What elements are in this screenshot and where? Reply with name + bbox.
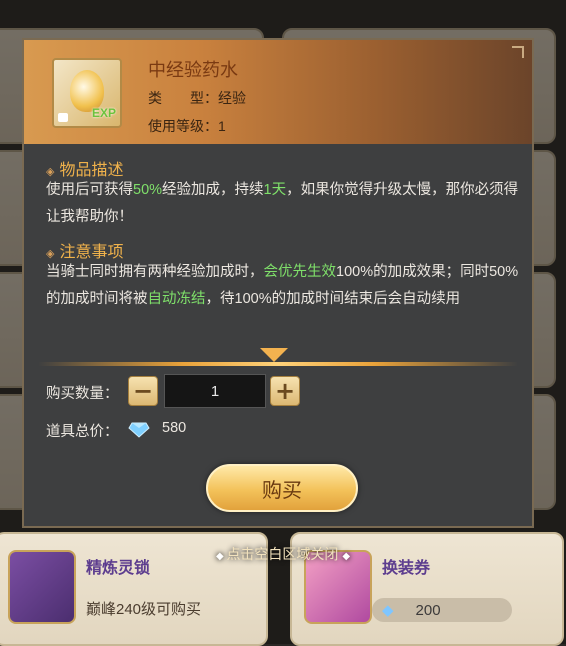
desc-highlight: 50% <box>133 182 163 198</box>
divider <box>38 362 518 366</box>
qty-decrease-button[interactable]: − <box>128 376 158 406</box>
notes-text: 当骑士同时拥有两种经验加成时，会优先生效100%的加成效果；同时50%的加成时间… <box>46 259 524 313</box>
exp-badge: EXP <box>91 106 116 120</box>
notes-highlight: 会优先生效 <box>263 264 337 280</box>
item-level-label: 使用等级： <box>148 118 218 134</box>
notes-text-part: ，待100%的加成时间结束后会自动续用 <box>205 291 461 307</box>
item-name: 中经验药水 <box>148 60 238 80</box>
item-type-label: 类 型： <box>148 90 218 106</box>
desc-text-part: 使用后可获得 <box>46 182 133 198</box>
lock-icon <box>58 113 68 122</box>
item-icon: EXP <box>52 58 122 128</box>
total-label: 道具总价： <box>46 424 119 440</box>
buy-button[interactable]: 购买 <box>206 464 358 512</box>
hint-diamond-icon: ◆ <box>215 551 227 562</box>
diamond-icon <box>128 422 150 438</box>
shop-item-requirement: 巅峰240级可购买 <box>86 601 202 618</box>
desc-highlight: 1天 <box>263 182 287 198</box>
hint-diamond-icon: ◆ <box>342 551 351 562</box>
close-hint[interactable]: ◆ 点击空白区域关闭 ◆ <box>0 544 566 564</box>
item-detail-popup: EXP 中经验药水 类 型：经验 使用等级：1 物品描述 使用后可获得50%经验… <box>22 38 534 528</box>
item-level-value: 1 <box>218 118 226 134</box>
minus-icon: − <box>132 377 154 405</box>
notes-highlight: 自动冻结 <box>147 291 206 307</box>
total-price: 580 <box>162 420 187 436</box>
item-level: 使用等级：1 <box>148 116 226 136</box>
shop-item-price: ◆ 200 <box>372 598 512 622</box>
close-hint-text: 点击空白区域关闭 <box>226 546 339 562</box>
notes-text-part: 当骑士同时拥有两种经验加成时， <box>46 264 264 280</box>
desc-text-part: 经验加成，持续 <box>162 182 264 198</box>
plus-icon: + <box>274 377 296 405</box>
qty-label: 购买数量： <box>46 386 119 402</box>
diamond-icon: ◆ <box>382 602 394 619</box>
corner-ornament-icon <box>512 46 524 58</box>
shop-item-price-value: 200 <box>415 601 441 619</box>
qty-increase-button[interactable]: + <box>270 376 300 406</box>
item-type: 类 型：经验 <box>148 88 246 108</box>
qty-input[interactable]: 1 <box>164 374 266 408</box>
desc-text: 使用后可获得50%经验加成，持续1天，如果你觉得升级太慢，那你必须得让我帮助你！ <box>46 177 524 231</box>
chevron-down-icon <box>260 348 288 362</box>
item-type-value: 经验 <box>218 90 246 106</box>
popup-header: EXP 中经验药水 类 型：经验 使用等级：1 <box>24 40 532 144</box>
